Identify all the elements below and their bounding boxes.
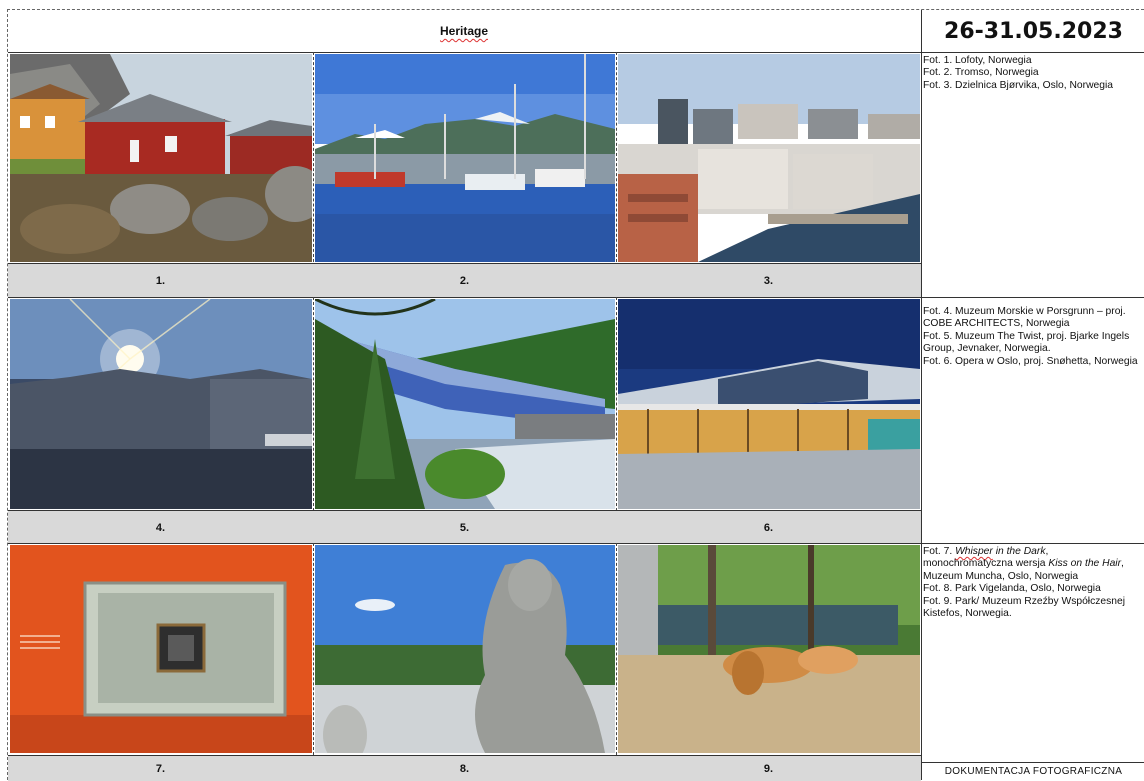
photo-7-munch xyxy=(10,545,312,753)
photo-divider xyxy=(313,297,314,511)
photo-divider xyxy=(313,543,314,755)
caption-6: 6. xyxy=(616,510,921,544)
photo-8-vigeland xyxy=(315,545,615,753)
photo-4-museum xyxy=(10,299,312,509)
note-photo-2: Fot. 2. Tromso, Norwegia xyxy=(923,67,1039,79)
row-divider xyxy=(8,297,1144,298)
photo-1-lofoty xyxy=(10,54,312,262)
photo-divider xyxy=(313,52,314,262)
photo-2-tromso xyxy=(315,54,615,262)
caption-8: 8. xyxy=(313,755,616,781)
caption-7: 7. xyxy=(8,755,313,781)
note-photo-3: Fot. 3. Dzielnica Bjørvika, Oslo, Norweg… xyxy=(923,79,1113,91)
row-divider xyxy=(8,543,1144,544)
note-photo-6: Fot. 6. Opera w Oslo, proj. Snøhetta, No… xyxy=(923,355,1138,367)
row-divider xyxy=(8,52,1144,53)
photo-3-bjorvika xyxy=(618,54,920,262)
notes-row-1: Fot. 1. Lofoty, Norwegia Fot. 2. Tromso,… xyxy=(923,55,1144,92)
caption-3: 3. xyxy=(616,263,921,297)
caption-5: 5. xyxy=(313,510,616,544)
note-photo-4: Fot. 4. Muzeum Morskie w Porsgrunn – pro… xyxy=(923,306,1126,330)
caption-9: 9. xyxy=(616,755,921,781)
notes-row-2: Fot. 4. Muzeum Morskie w Porsgrunn – pro… xyxy=(923,306,1144,368)
footer-label: DOKUMENTACJA FOTOGRAFICZNA xyxy=(921,762,1144,780)
caption-2: 2. xyxy=(313,263,616,297)
notes-row-3: Fot. 7. Whisper in the Dark, monochromat… xyxy=(923,546,1144,620)
note-photo-7: Fot. 7. Whisper in the Dark, xyxy=(923,546,1049,557)
caption-1: 1. xyxy=(8,263,313,297)
photo-9-kistefos xyxy=(618,545,920,753)
photo-divider xyxy=(616,297,617,511)
photo-5-twist xyxy=(315,299,615,509)
photo-divider xyxy=(616,543,617,755)
note-photo-5: Fot. 5. Muzeum The Twist, proj. Bjarke I… xyxy=(923,330,1130,355)
note-photo-7-continued: monochromatyczna wersja Kiss on the Hair… xyxy=(923,558,1124,582)
photo-divider xyxy=(616,52,617,262)
date-range: 26-31.05.2023 xyxy=(921,10,1144,53)
photo-6-opera xyxy=(618,299,920,509)
note-photo-8: Fot. 8. Park Vigelanda, Oslo, Norwegia xyxy=(923,583,1101,595)
note-photo-9: Fot. 9. Park/ Muzeum Rzeźby Współczesnej… xyxy=(923,595,1126,620)
caption-4: 4. xyxy=(8,510,313,544)
document-title: Heritage xyxy=(439,24,489,38)
note-photo-1: Fot. 1. Lofoty, Norwegia xyxy=(923,55,1032,66)
column-divider xyxy=(921,52,922,780)
